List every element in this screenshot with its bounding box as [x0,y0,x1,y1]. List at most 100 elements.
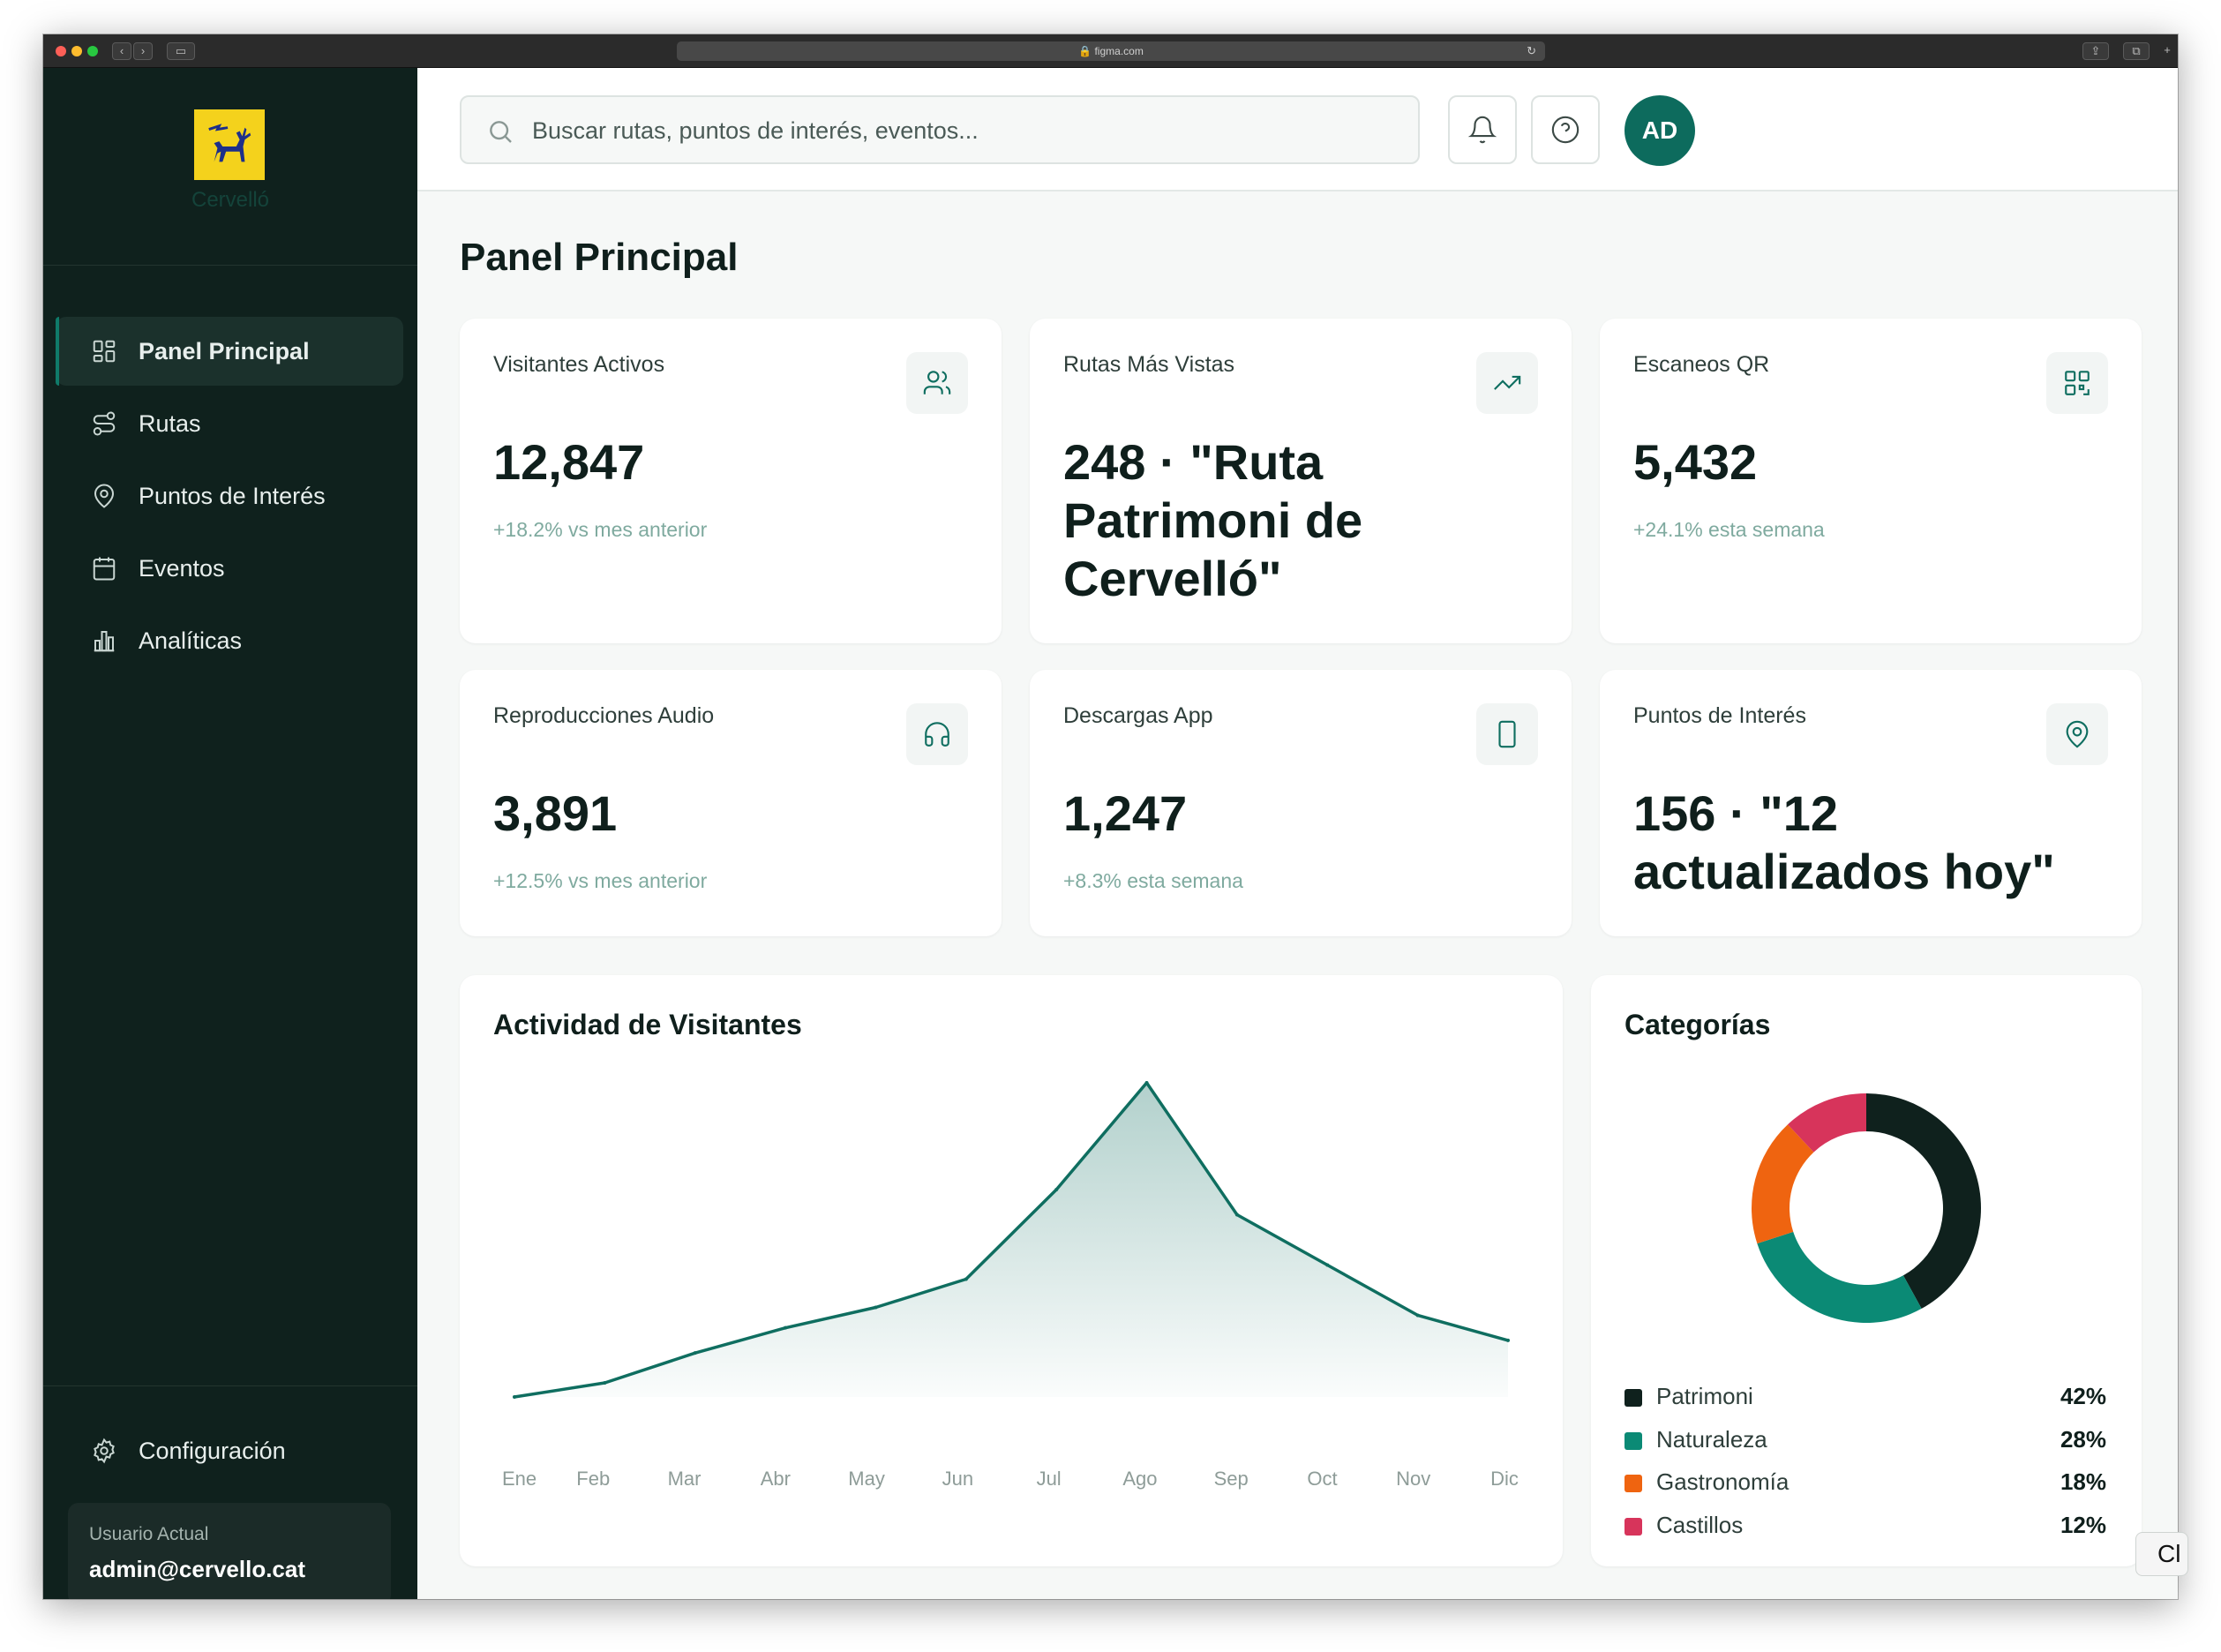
avatar[interactable]: AD [1624,95,1695,166]
activity-chart-card: Actividad de Visitantes Ene Feb Mar Abr May J… [460,975,1563,1566]
forward-icon[interactable]: › [133,42,153,60]
sidebar-item-eventos[interactable]: Eventos [56,534,403,603]
top-header: AD [417,68,2178,191]
x-tick-label: Ago [1122,1468,1157,1490]
stat-card-descargas: Descargas App 1,247 +8.3% esta semana [1030,670,1572,936]
data-point-jul[interactable] [1054,1188,1059,1192]
stat-card-qr: Escaneos QR 5,432 +24.1% esta semana [1600,319,2142,643]
sidebar-divider [43,265,417,266]
back-icon[interactable]: ‹ [112,42,131,60]
legend-swatch [1624,1389,1642,1407]
legend-swatch [1624,1517,1642,1536]
stat-change: +12.5% vs mes anterior [493,869,708,892]
search-input[interactable] [532,109,1397,152]
stat-icon-box [906,703,968,765]
x-tick-label: Feb [576,1468,610,1490]
legend-label: Patrimoni [1656,1383,1753,1409]
sidebar-item-label: Rutas [139,409,201,437]
sidebar-item-rutas[interactable]: Rutas [56,389,403,458]
floating-button[interactable]: Cl [2135,1532,2188,1576]
x-tick-label: May [848,1468,885,1490]
x-tick-label: Sep [1214,1468,1249,1490]
stat-change: +8.3% esta semana [1063,869,1243,892]
stat-value: 12,847 [493,434,645,490]
new-tab-icon[interactable]: + [2158,42,2176,60]
close-window-button[interactable] [56,46,66,56]
stat-label: Descargas App [1063,703,1213,728]
x-tick-label: Nov [1396,1468,1430,1490]
x-tick-label: Abr [761,1468,791,1490]
donut-slice-naturaleza[interactable] [1757,1231,1922,1323]
x-tick-label: Jul [1037,1468,1062,1490]
reload-icon[interactable]: ↻ [1527,41,1536,61]
legend-label: Naturaleza [1656,1425,1767,1453]
legend-percent: 28% [2060,1425,2106,1453]
deer-emblem-icon [208,124,251,162]
sidebar-item-panel-principal[interactable]: Panel Principal [56,317,403,386]
search-box[interactable] [460,95,1420,164]
sidebar-item-label: Configuración [139,1437,286,1464]
sidebar-item-puntos-de-interes[interactable]: Puntos de Interés [56,462,403,530]
trending-up-icon [1494,375,1521,390]
tabs-icon[interactable]: ⧉ [2123,42,2150,60]
current-user-card[interactable]: Usuario Actual admin@cervello.cat [68,1503,391,1599]
sidebar-item-configuracion[interactable]: Configuración [56,1416,403,1485]
sidebar-divider [43,1385,417,1386]
stat-value: 156 · "12 actualizados hoy" [1633,785,2055,899]
data-point-nov[interactable] [1415,1313,1420,1318]
data-point-ene[interactable] [513,1395,516,1399]
stat-label: Rutas Más Vistas [1063,352,1235,377]
donut-slice-patrimoni[interactable] [1866,1093,1981,1309]
share-icon[interactable]: ⇪ [2082,42,2109,60]
stat-value: 5,432 [1633,434,1758,490]
legend-item-castillos: Castillos 12% [1624,1512,2106,1542]
sidebar-item-analiticas[interactable]: Analíticas [56,606,403,675]
browser-window: ‹ › ▭ 🔒 figma.com ↻ ⇪ ⧉ + Cervelló Panel… [43,34,2178,1599]
x-tick-label: Dic [1490,1468,1519,1490]
donut-slice-gastronomía[interactable] [1752,1124,1814,1244]
legend-percent: 42% [2060,1383,2106,1409]
data-point-may[interactable] [874,1305,878,1310]
area-fill [514,1083,1508,1397]
minimize-window-button[interactable] [71,46,82,56]
sidebar-toggle-icon[interactable]: ▭ [167,42,195,60]
sidebar-item-label: Puntos de Interés [139,482,326,509]
legend-label: Castillos [1656,1511,1744,1538]
data-point-mar[interactable] [693,1351,697,1355]
stat-value: 1,247 [1063,785,1188,841]
data-point-ago[interactable] [1144,1081,1149,1085]
headphones-icon [925,722,949,747]
map-pin-icon [2066,720,2089,748]
stat-value: 3,891 [493,785,618,841]
maximize-window-button[interactable] [87,46,98,56]
stat-icon-box [1476,352,1538,414]
x-tick-label: Ene [502,1468,536,1490]
data-point-feb[interactable] [603,1380,607,1385]
stat-change: +18.2% vs mes anterior [493,518,708,541]
stat-card-visitantes: Visitantes Activos 12,847 +18.2% vs mes … [460,319,1002,643]
x-tick-label: Mar [668,1468,702,1490]
data-point-sep[interactable] [1234,1213,1239,1217]
search-icon [490,121,512,143]
data-point-abr[interactable] [784,1325,788,1330]
categories-card: Categorías Patrimoni 42% Naturaleza 28% Gast… [1591,975,2142,1566]
stat-label: Visitantes Activos [493,352,665,377]
help-button[interactable] [1531,95,1600,164]
visitor-activity-chart: Ene Feb Mar Abr May Jun Jul Ago Sep Oct Nov Dic [502,1081,1519,1490]
stat-value: 248 · "Ruta Patrimoni de Cervelló" [1063,434,1363,606]
stat-label: Escaneos QR [1633,352,1770,377]
page-title: Panel Principal [460,236,739,279]
stat-icon-box [906,352,968,414]
data-point-jun[interactable] [964,1277,968,1281]
data-point-dic[interactable] [1506,1338,1510,1342]
brand-name: Cervelló [191,188,270,212]
address-bar[interactable]: 🔒 figma.com ↻ [677,41,1545,61]
notifications-button[interactable] [1448,95,1517,164]
data-point-oct[interactable] [1325,1263,1330,1267]
legend-percent: 18% [2060,1468,2106,1495]
url-text: figma.com [1094,45,1144,57]
cervello-logo[interactable] [194,109,265,180]
gear-icon [94,1438,115,1464]
calendar-icon [93,557,116,581]
sidebar-item-label: Eventos [139,554,225,582]
